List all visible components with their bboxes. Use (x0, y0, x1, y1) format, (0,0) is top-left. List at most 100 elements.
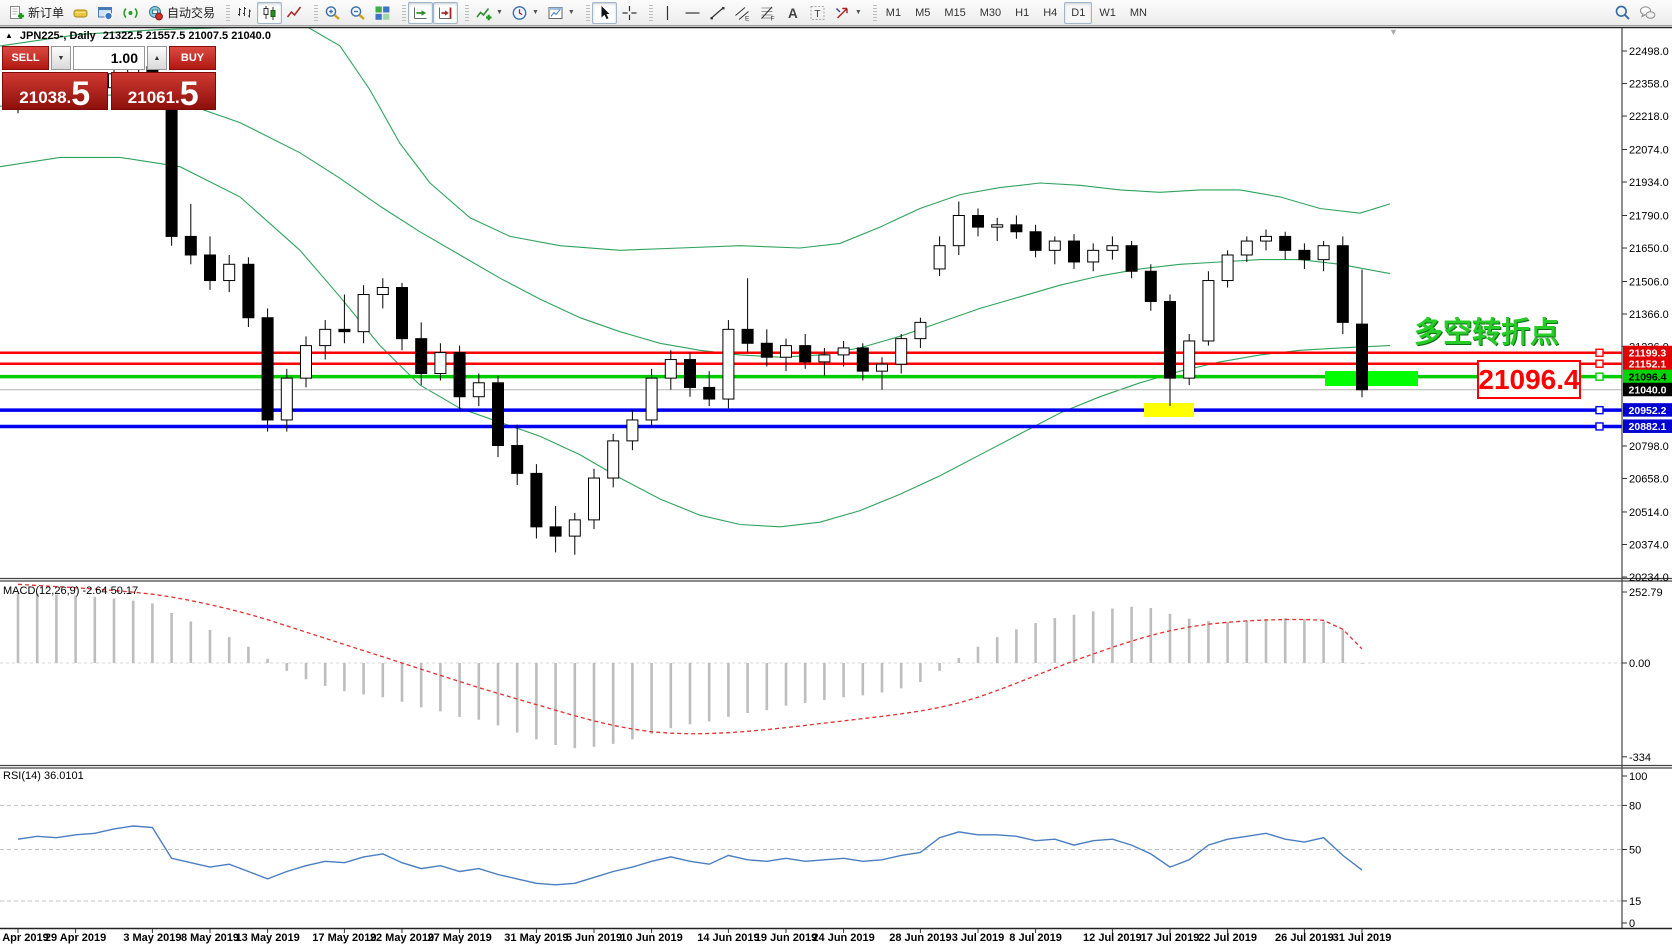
search-button[interactable] (1610, 2, 1635, 24)
auto-trading-button[interactable]: 自动交易 (143, 2, 219, 24)
vertical-line-button[interactable] (655, 2, 680, 24)
price-badge-20952.2: 20952.2 (1623, 403, 1672, 417)
svg-text:0.00: 0.00 (1629, 658, 1650, 670)
buy-price-box[interactable]: 21061. 5 (111, 72, 217, 110)
main-price-pane[interactable] (0, 23, 1622, 555)
price-axis[interactable]: 22498.022358.022218.022074.021934.021790… (1622, 46, 1669, 930)
candle (205, 255, 216, 281)
new-order-button[interactable]: 新订单 (4, 2, 68, 24)
indicators-button[interactable]: ▼ (471, 2, 507, 24)
auto-scroll-button[interactable] (408, 2, 433, 24)
toolbar-group-separator (402, 5, 406, 21)
svg-text:T: T (814, 8, 821, 20)
horizontal-line-button[interactable] (680, 2, 705, 24)
arrows-button[interactable]: ▼ (830, 2, 866, 24)
volume-decrease-button[interactable]: ▼ (51, 46, 71, 70)
line-anchor-handle[interactable] (1596, 360, 1603, 367)
candle (838, 348, 849, 355)
templates-button[interactable]: ▼ (543, 2, 579, 24)
chart-shift-button[interactable] (433, 2, 458, 24)
timeframe-h1-button[interactable]: H1 (1008, 2, 1036, 24)
auto-trading-label: 自动交易 (167, 4, 215, 21)
date-label: 19 Jun 2019 (755, 932, 817, 944)
zoom-out-button[interactable] (345, 2, 370, 24)
chart-plot[interactable]: 22498.022358.022218.022074.021934.021790… (0, 0, 1672, 947)
line-anchor-handle[interactable] (1596, 407, 1603, 414)
chart-title: ▲ JPN225-, Daily 21322.5 21557.5 21007.5… (5, 30, 271, 42)
candle (685, 360, 696, 388)
line-chart-button[interactable] (282, 2, 307, 24)
highlight-rectangle-2[interactable] (1325, 371, 1418, 386)
chart-window-button[interactable] (93, 2, 118, 24)
timeframe-m5-button[interactable]: M5 (908, 2, 937, 24)
candle (857, 348, 868, 371)
svg-text:20798.0: 20798.0 (1629, 441, 1669, 453)
toolbar-group-separator (873, 5, 877, 21)
buy-button[interactable]: BUY (169, 46, 216, 70)
trendline-button[interactable] (705, 2, 730, 24)
fibonacci-icon: F (759, 5, 776, 21)
one-click-collapse-icon[interactable]: ▲ (5, 32, 13, 40)
macd-pane[interactable] (0, 584, 1622, 748)
rsi-pane[interactable] (0, 805, 1622, 901)
bar-chart-button[interactable] (232, 2, 257, 24)
svg-text:22498.0: 22498.0 (1629, 46, 1669, 58)
tile-windows-button[interactable] (370, 2, 395, 24)
cursor-icon (596, 5, 613, 21)
chat-button[interactable] (1635, 2, 1660, 24)
candle-chart-button[interactable] (257, 2, 282, 24)
candle (1165, 301, 1176, 378)
chevron-down-icon[interactable]: ▼ (532, 9, 539, 16)
main-toolbar: 新订单 自动交易 ▼ ▼ ▼ EFAT ▼ M1M5M15M30H1H4D1W1MN (0, 0, 1672, 26)
quotes-button[interactable] (68, 2, 93, 24)
date-axis[interactable]: 24 Apr 201929 Apr 20193 May 20198 May 20… (0, 929, 1391, 945)
periods-button[interactable]: ▼ (507, 2, 543, 24)
toolbar-group (320, 1, 398, 25)
price-callout-box[interactable]: 21096.4 (1477, 360, 1581, 399)
line-anchor-handle[interactable] (1596, 349, 1603, 356)
text-button[interactable]: A (780, 2, 805, 24)
volume-increase-button[interactable]: ▲ (147, 46, 167, 70)
fibonacci-button[interactable]: F (755, 2, 780, 24)
timeframe-w1-button[interactable]: W1 (1092, 2, 1123, 24)
timeframe-m15-button[interactable]: M15 (937, 2, 972, 24)
turning-point-annotation[interactable]: 多空转折点 (1414, 309, 1559, 351)
volume-input[interactable] (74, 47, 144, 69)
candle (493, 383, 504, 446)
date-label: 14 Jun 2019 (697, 932, 759, 944)
sell-price-big-digit: 5 (71, 81, 90, 108)
timeframe-d1-button[interactable]: D1 (1064, 2, 1092, 24)
sell-price-box[interactable]: 21038. 5 (2, 72, 108, 110)
timeframe-mn-button[interactable]: MN (1123, 2, 1154, 24)
chevron-down-icon[interactable]: ▼ (855, 9, 862, 16)
candle (550, 527, 561, 536)
candle (723, 329, 734, 399)
candle-chart-icon (261, 5, 278, 21)
tile-windows-icon (374, 5, 391, 21)
timeframe-m30-button[interactable]: M30 (973, 2, 1008, 24)
sell-button[interactable]: SELL (2, 46, 49, 70)
timeframe-m1-button[interactable]: M1 (879, 2, 908, 24)
timeframe-h4-button[interactable]: H4 (1036, 2, 1064, 24)
candle (1203, 281, 1214, 341)
zoom-in-button[interactable] (320, 2, 345, 24)
text-label-button[interactable]: T (805, 2, 830, 24)
candle (819, 355, 830, 362)
date-label: 8 Jul 2019 (1009, 932, 1062, 944)
cursor-button[interactable] (592, 2, 617, 24)
date-label: 31 Jul 2019 (1333, 932, 1392, 944)
date-label: 28 Jun 2019 (889, 932, 951, 944)
candle (1088, 250, 1099, 262)
toolbar-group-separator (586, 5, 590, 21)
crosshair-button[interactable] (617, 2, 642, 24)
line-anchor-handle[interactable] (1596, 373, 1603, 380)
line-anchor-handle[interactable] (1596, 423, 1603, 430)
signals-button[interactable] (118, 2, 143, 24)
chevron-down-icon[interactable]: ▼ (496, 9, 503, 16)
highlight-rectangle-1[interactable] (1144, 403, 1194, 417)
chevron-down-icon[interactable]: ▼ (568, 9, 575, 16)
candle (569, 520, 580, 536)
equidistant-channel-button[interactable]: E (730, 2, 755, 24)
chart-shift-marker-icon[interactable]: ▼ (1389, 27, 1398, 37)
price-badge-21152.1: 21152.1 (1623, 357, 1672, 371)
